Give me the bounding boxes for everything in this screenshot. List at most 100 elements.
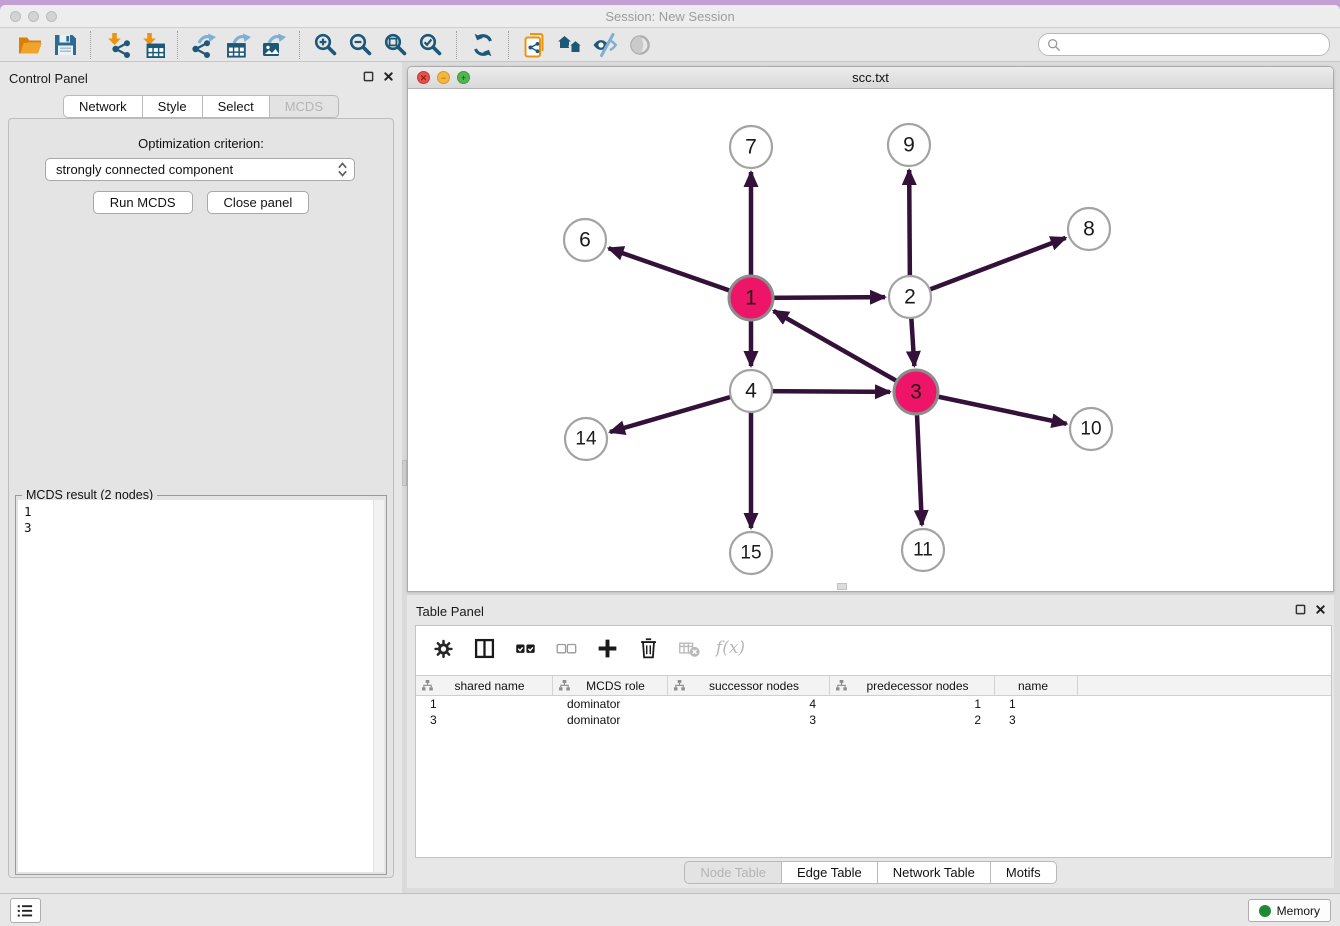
- column-header-successor-nodes[interactable]: successor nodes: [668, 676, 830, 695]
- table-cell[interactable]: dominator: [553, 696, 668, 712]
- graph-edge-2-8[interactable]: [910, 238, 1066, 297]
- graph-node-15[interactable]: 15: [730, 532, 772, 574]
- table-header-row: shared nameMCDS rolesuccessor nodes prede…: [416, 675, 1331, 696]
- hide-selected-icon[interactable]: [591, 31, 618, 58]
- table-cell[interactable]: 1: [830, 696, 995, 712]
- mcds-result-text[interactable]: 13: [18, 500, 373, 872]
- table-cell[interactable]: 3: [668, 712, 830, 728]
- graph-edge-3-1[interactable]: [774, 311, 916, 392]
- import-network-icon[interactable]: [103, 31, 130, 58]
- tab-motifs[interactable]: Motifs: [991, 861, 1057, 884]
- show-all-icon[interactable]: [556, 31, 583, 58]
- tab-edge-table[interactable]: Edge Table: [782, 861, 878, 884]
- export-network-icon[interactable]: [190, 31, 217, 58]
- graph-node-label: 14: [575, 429, 597, 450]
- save-icon[interactable]: [51, 31, 78, 58]
- add-row-icon[interactable]: [594, 635, 621, 662]
- toolbar-group: [180, 31, 297, 58]
- optimization-criterion-label: Optimization criterion:: [9, 136, 393, 151]
- column-header-shared-name[interactable]: shared name: [416, 676, 553, 695]
- run-mcds-button[interactable]: Run MCDS: [93, 191, 193, 214]
- eye-icon: [626, 31, 653, 58]
- table-cell[interactable]: 3: [416, 712, 553, 728]
- table-cell[interactable]: 2: [830, 712, 995, 728]
- network-canvas[interactable]: 7 9 6 8 1 2 4 3 14 10 15 11: [408, 89, 1333, 591]
- memory-button[interactable]: Memory: [1248, 899, 1331, 922]
- close-table-panel-icon[interactable]: [1315, 604, 1326, 615]
- zoom-in-icon[interactable]: [312, 31, 339, 58]
- column-label: name: [995, 679, 1077, 693]
- node-table-container: f(x) shared nameMCDS rolesuccessor nodes…: [415, 625, 1332, 858]
- toolbar-group: [302, 31, 454, 58]
- close-panel-icon[interactable]: [383, 71, 394, 82]
- float-panel-icon[interactable]: [363, 71, 374, 82]
- tab-select[interactable]: Select: [203, 95, 270, 118]
- refresh-icon[interactable]: [469, 31, 496, 58]
- toolbar-separator: [177, 31, 178, 59]
- memory-label: Memory: [1277, 904, 1320, 918]
- network-window-titlebar[interactable]: ✕ − + scc.txt: [408, 67, 1333, 89]
- graph-node-4[interactable]: 4: [730, 370, 772, 412]
- column-header-name[interactable]: name: [995, 676, 1078, 695]
- delete-table-icon: [676, 635, 703, 662]
- export-table-icon[interactable]: [225, 31, 252, 58]
- table-cell[interactable]: dominator: [553, 712, 668, 728]
- graph-node-2[interactable]: 2: [889, 276, 931, 318]
- graph-node-14[interactable]: 14: [565, 418, 607, 460]
- graph-node-9[interactable]: 9: [888, 124, 930, 166]
- table-cell[interactable]: 4: [668, 696, 830, 712]
- settings-gear-icon[interactable]: [430, 635, 457, 662]
- delete-row-icon[interactable]: [635, 635, 662, 662]
- search-input[interactable]: [1061, 34, 1329, 55]
- graph-node-10[interactable]: 10: [1070, 408, 1112, 450]
- network-graph: 7 9 6 8 1 2 4 3 14 10 15 11: [408, 89, 1333, 591]
- zoom-fit-icon[interactable]: [382, 31, 409, 58]
- column-header-predecessor-nodes[interactable]: predecessor nodes: [830, 676, 995, 695]
- graph-node-7[interactable]: 7: [730, 126, 772, 168]
- export-image-icon[interactable]: [260, 31, 287, 58]
- select-all-icon[interactable]: [512, 635, 539, 662]
- graph-node-11[interactable]: 11: [902, 529, 944, 571]
- node-table: shared nameMCDS rolesuccessor nodes prede…: [416, 675, 1331, 728]
- main-toolbar: [0, 28, 1340, 62]
- table-cell[interactable]: 1: [416, 696, 553, 712]
- graph-node-8[interactable]: 8: [1068, 208, 1110, 250]
- task-history-button[interactable]: [10, 898, 41, 923]
- control-panel: Control Panel NetworkStyleSelectMCDS Opt…: [0, 62, 402, 893]
- graph-node-1[interactable]: 1: [729, 276, 773, 320]
- column-header-MCDS-role[interactable]: MCDS role: [553, 676, 668, 695]
- column-layout-icon[interactable]: [471, 635, 498, 662]
- search-box[interactable]: [1038, 33, 1330, 56]
- column-label: predecessor nodes: [847, 679, 994, 693]
- main-titlebar[interactable]: Session: New Session: [0, 5, 1340, 28]
- table-cell[interactable]: 1: [995, 696, 1078, 712]
- graph-node-label: 11: [913, 540, 933, 561]
- tab-mcds[interactable]: MCDS: [270, 95, 339, 118]
- float-table-panel-icon[interactable]: [1295, 604, 1306, 615]
- graph-node-label: 7: [745, 136, 757, 159]
- graph-node-label: 1: [745, 287, 757, 310]
- h-scrollbar-thumb[interactable]: [837, 583, 847, 590]
- zoom-out-icon[interactable]: [347, 31, 374, 58]
- table-cell[interactable]: 3: [995, 712, 1078, 728]
- tab-node-table[interactable]: Node Table: [684, 861, 782, 884]
- table-row[interactable]: 1dominator411: [416, 696, 1331, 712]
- toolbar-separator: [508, 31, 509, 59]
- open-icon[interactable]: [16, 31, 43, 58]
- tab-network[interactable]: Network: [63, 95, 143, 118]
- graph-node-6[interactable]: 6: [564, 219, 606, 261]
- result-line: 3: [24, 520, 373, 536]
- table-toolbar: f(x): [416, 626, 1331, 670]
- zoom-selected-icon[interactable]: [417, 31, 444, 58]
- clone-network-icon[interactable]: [521, 31, 548, 58]
- tab-style[interactable]: Style: [143, 95, 203, 118]
- graph-node-3[interactable]: 3: [894, 370, 938, 414]
- tab-network-table[interactable]: Network Table: [878, 861, 991, 884]
- import-table-icon[interactable]: [138, 31, 165, 58]
- result-scrollbar[interactable]: [373, 500, 384, 872]
- toolbar-group: [459, 31, 506, 58]
- deselect-all-icon[interactable]: [553, 635, 580, 662]
- table-row[interactable]: 3dominator323: [416, 712, 1331, 728]
- close-panel-button[interactable]: Close panel: [207, 191, 310, 214]
- optimization-criterion-select[interactable]: strongly connected component: [45, 158, 355, 181]
